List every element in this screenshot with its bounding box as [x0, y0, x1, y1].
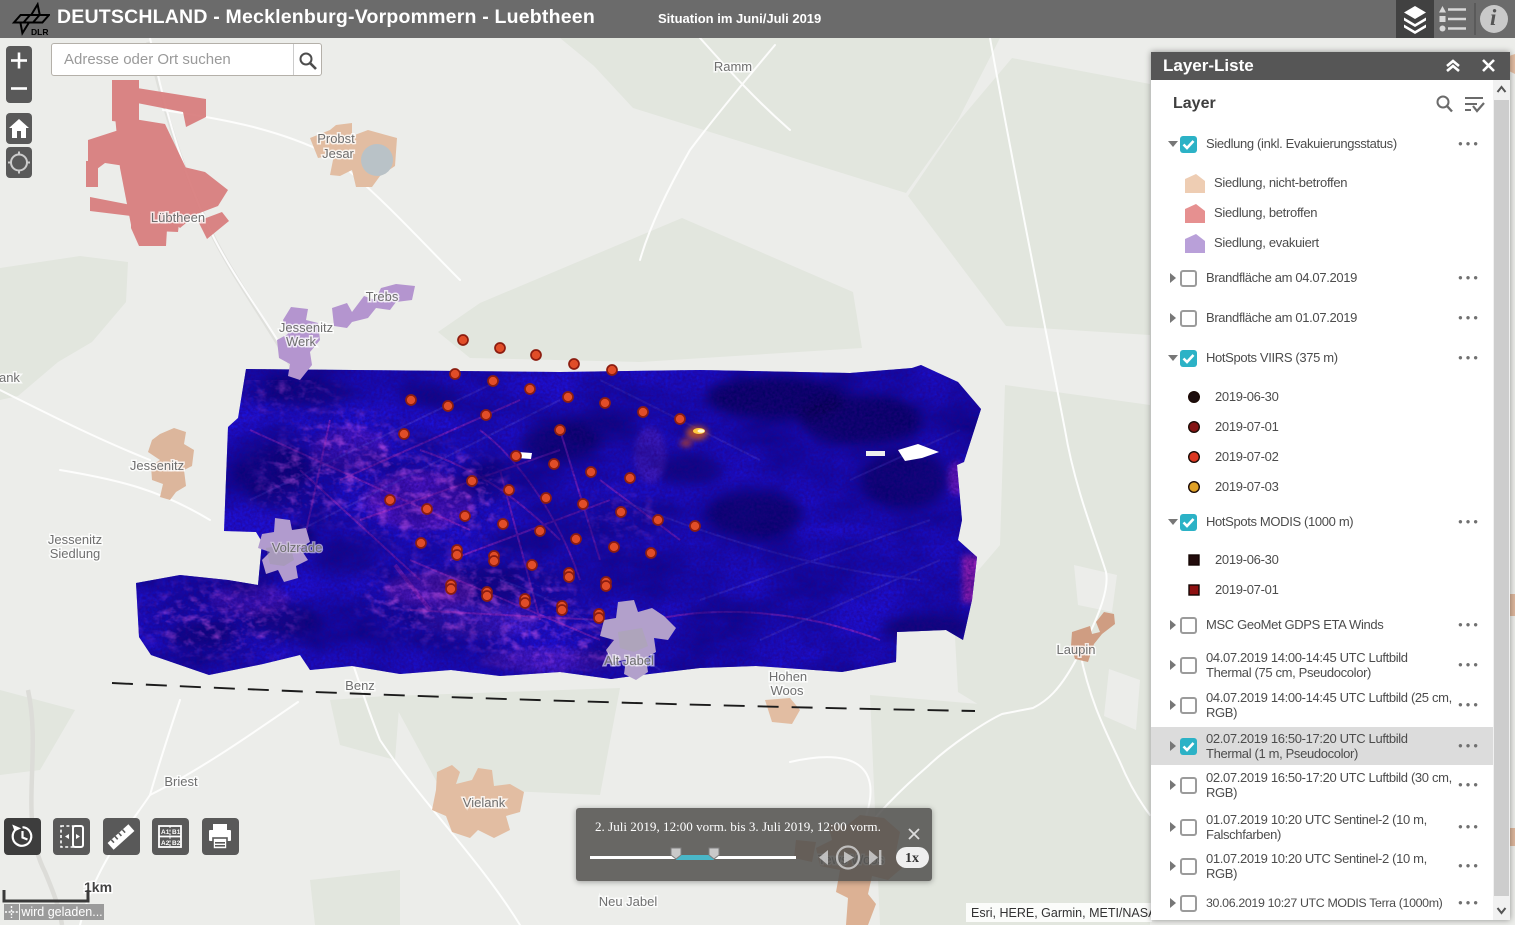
svg-text:Hohen: Hohen: [769, 669, 807, 684]
svg-text:Neu Jabel: Neu Jabel: [599, 894, 658, 909]
svg-text:A2: A2: [161, 840, 170, 847]
svg-text:B1: B1: [172, 829, 181, 836]
svg-text:Ramm: Ramm: [714, 59, 752, 74]
svg-text:Jesar: Jesar: [322, 146, 354, 161]
svg-text:Volzrade: Volzrade: [272, 540, 323, 555]
svg-text:Jessenitz: Jessenitz: [130, 458, 184, 473]
svg-text:Probst: Probst: [317, 131, 355, 146]
svg-text:Briest: Briest: [164, 774, 198, 789]
svg-text:Jessenitz: Jessenitz: [48, 532, 102, 547]
svg-text:lank: lank: [0, 370, 20, 385]
svg-text:Woos: Woos: [771, 683, 804, 698]
svg-text:A1: A1: [161, 829, 170, 836]
svg-text:1x: 1x: [905, 851, 919, 866]
svg-text:Benz: Benz: [345, 678, 375, 693]
svg-text:Alt Jabel: Alt Jabel: [604, 653, 654, 668]
svg-text:B2: B2: [172, 840, 181, 847]
svg-text:Werk: Werk: [286, 334, 317, 349]
svg-text:Jessenitz: Jessenitz: [279, 320, 333, 335]
svg-text:Vielank: Vielank: [463, 795, 506, 810]
svg-text:Trebs: Trebs: [366, 289, 399, 304]
svg-text:Lübtheen: Lübtheen: [151, 210, 205, 225]
svg-text:Siedlung: Siedlung: [50, 546, 101, 561]
svg-text:Esri, HERE, Garmin, METI/NASA: Esri, HERE, Garmin, METI/NASA: [971, 906, 1157, 920]
svg-text:Laupin: Laupin: [1056, 642, 1095, 657]
svg-text:DLR: DLR: [31, 27, 48, 37]
